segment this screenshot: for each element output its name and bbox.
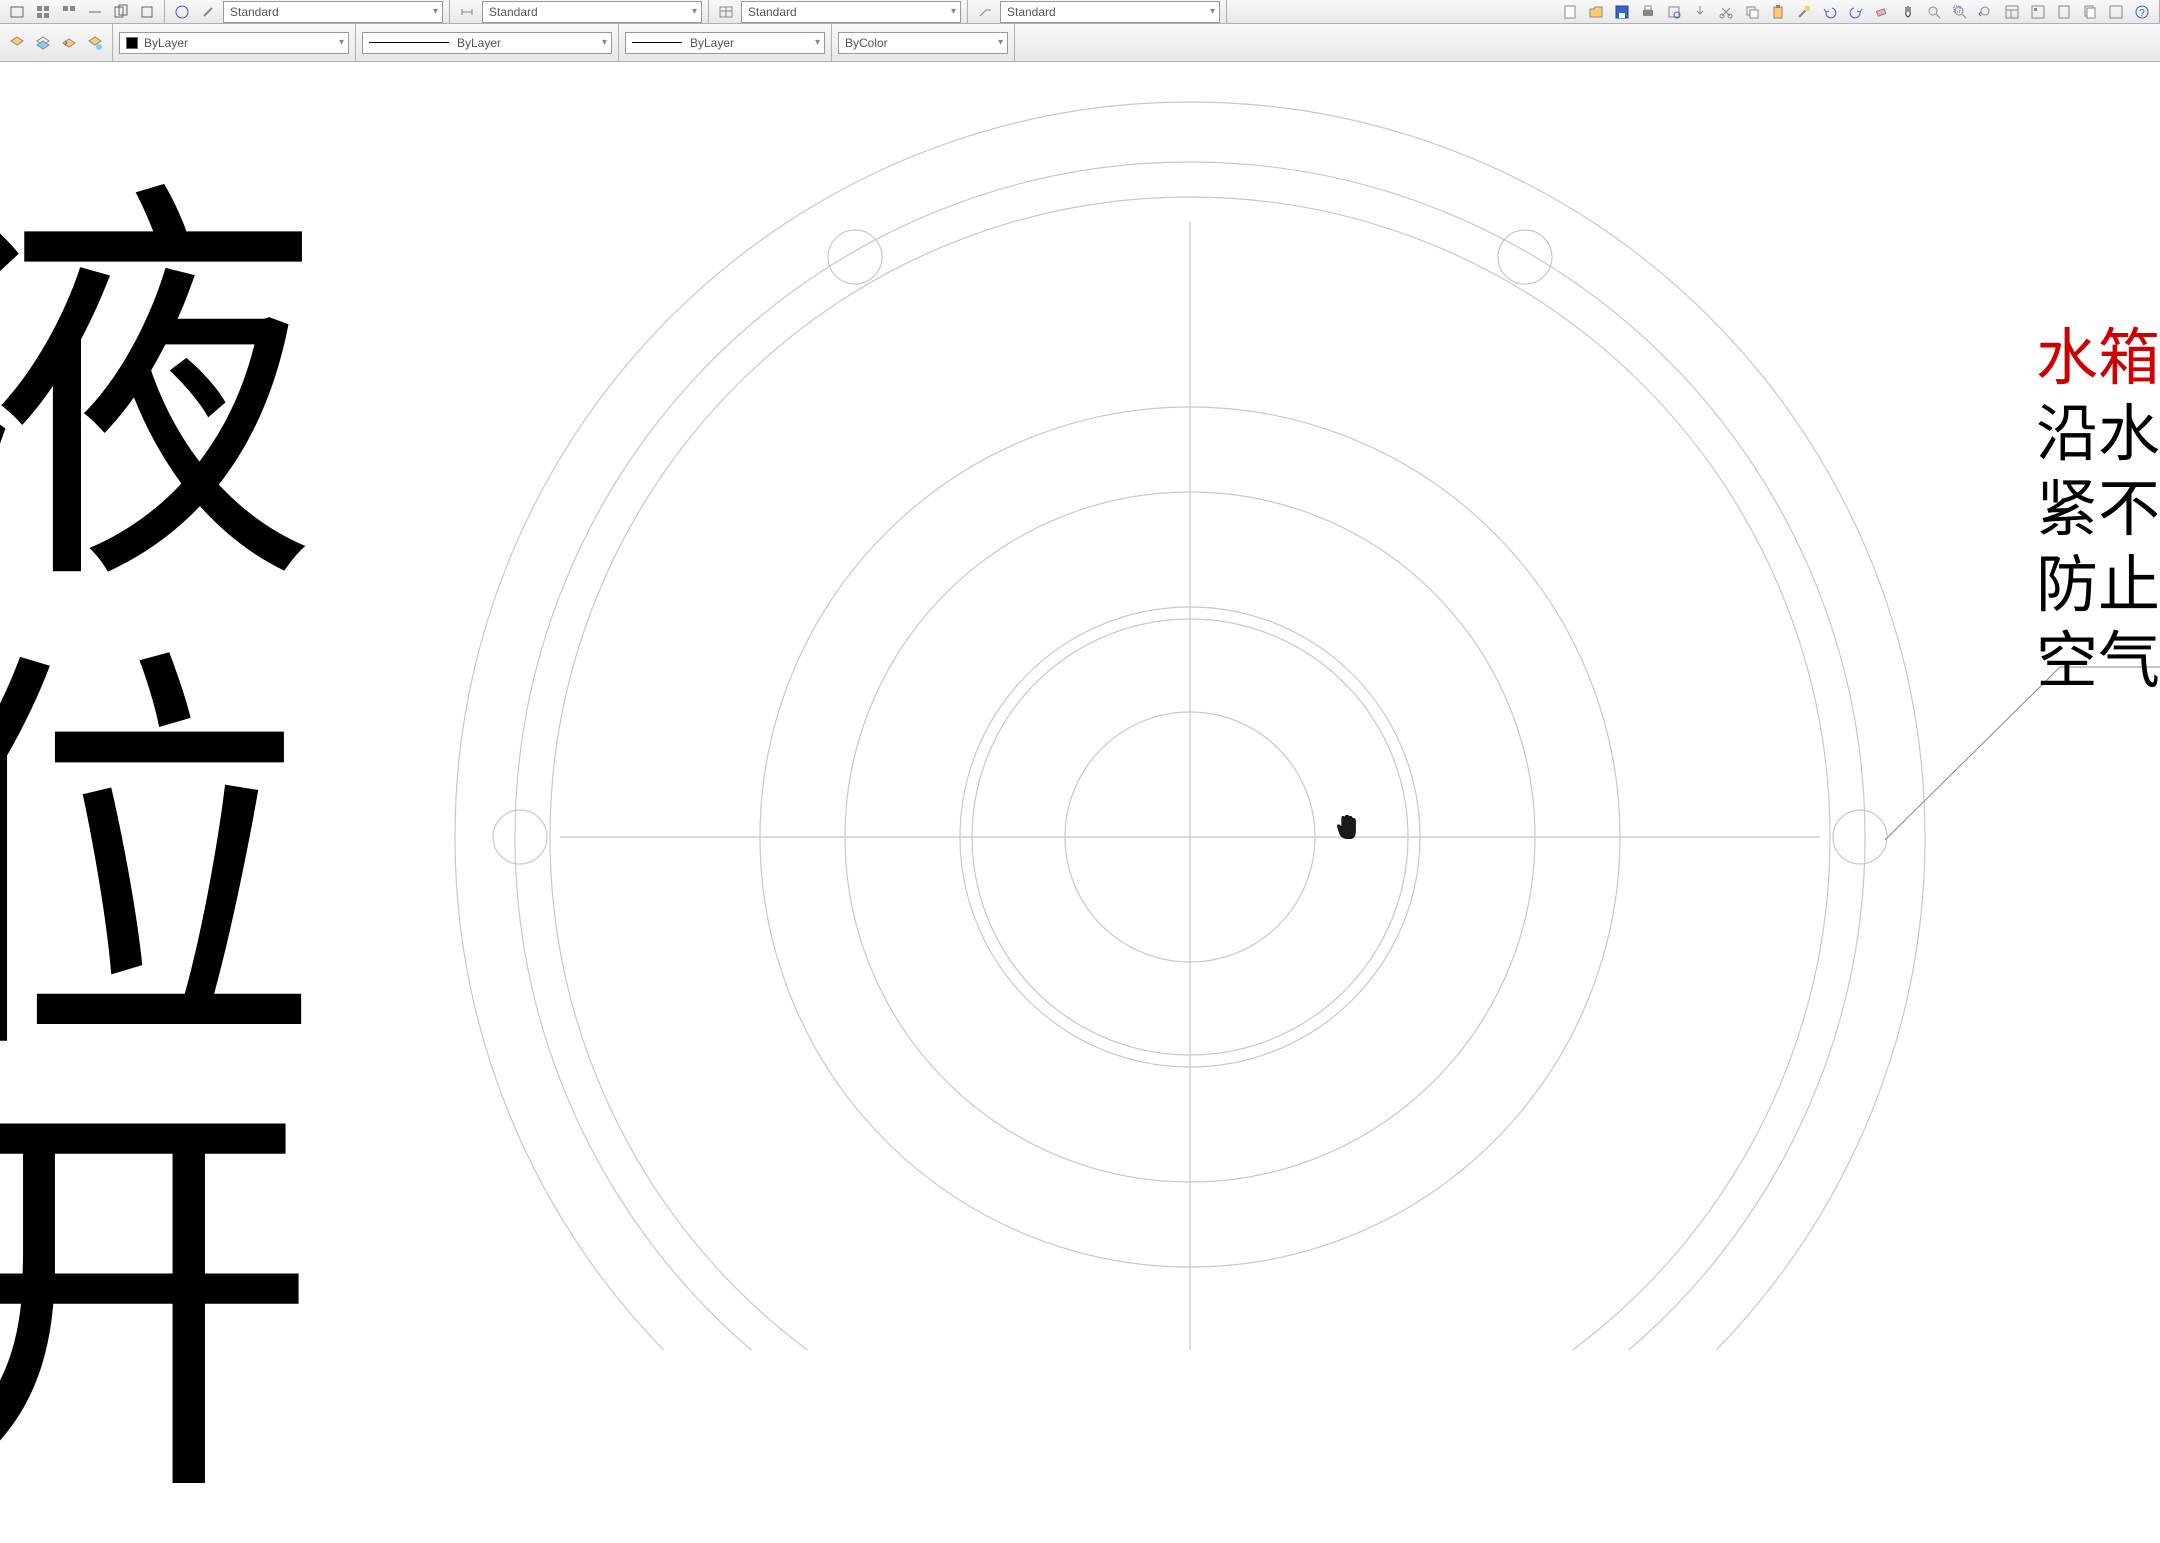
dropdown-label: Standard	[748, 5, 797, 19]
title-text: 液 位 开	[0, 162, 310, 1543]
open-icon[interactable]	[1583, 1, 1609, 23]
print-icon[interactable]	[1635, 1, 1661, 23]
publish-icon[interactable]	[1687, 1, 1713, 23]
annotation-line-5: 空气	[2036, 625, 2160, 701]
title-char-3: 开	[0, 1073, 310, 1543]
layer-states-icon[interactable]	[30, 32, 56, 54]
cut-icon[interactable]	[1713, 1, 1739, 23]
title-char-1: 液	[0, 162, 310, 632]
save-icon[interactable]	[1609, 1, 1635, 23]
mleader-style-icon[interactable]	[972, 1, 998, 23]
annotation-line-3: 紧不	[2036, 473, 2160, 549]
layer-prev-icon[interactable]	[56, 32, 82, 54]
toolbar-button[interactable]	[134, 1, 160, 23]
layer-color-dropdown[interactable]: ByLayer	[119, 32, 349, 54]
tool-palettes-icon[interactable]	[2051, 1, 2077, 23]
help-icon[interactable]: ?	[2129, 1, 2155, 23]
svg-text:?: ?	[2139, 8, 2145, 19]
zoom-icon[interactable]	[1921, 1, 1947, 23]
toolbar-button[interactable]	[30, 1, 56, 23]
dropdown-label: Standard	[1007, 5, 1056, 19]
undo-icon[interactable]	[1817, 1, 1843, 23]
dropdown-label: ByColor	[845, 36, 888, 50]
sheet-set-icon[interactable]	[2077, 1, 2103, 23]
cad-geometry	[0, 62, 2160, 1350]
copy-icon[interactable]	[1739, 1, 1765, 23]
line-sample-icon	[369, 42, 449, 43]
mleader-style-dropdown[interactable]: Standard	[1000, 1, 1220, 23]
dropdown-label: Standard	[230, 5, 279, 19]
linetype-dropdown[interactable]: ByLayer	[362, 32, 612, 54]
annotation-text: 水箱 沿水 紧不 防止 空气	[2036, 322, 2160, 700]
match-prop-icon[interactable]	[1791, 1, 1817, 23]
drawing-canvas[interactable]: 液 位 开 水箱 沿水 紧不 防止 空气	[0, 62, 2160, 1350]
toolbar-button[interactable]	[82, 1, 108, 23]
layer-button[interactable]	[4, 32, 30, 54]
pan-icon[interactable]	[1895, 1, 1921, 23]
dimension-style-icon[interactable]	[454, 1, 480, 23]
toolbar-button[interactable]	[56, 1, 82, 23]
erase-icon[interactable]	[1869, 1, 1895, 23]
paste-icon[interactable]	[1765, 1, 1791, 23]
dim-style-dropdown[interactable]: Standard	[482, 1, 702, 23]
lineweight-dropdown[interactable]: ByLayer	[625, 32, 825, 54]
line-sample-icon	[632, 42, 682, 43]
toolbar-button[interactable]	[169, 1, 195, 23]
layer-manage-icon[interactable]	[82, 32, 108, 54]
toolbar-button[interactable]	[108, 1, 134, 23]
table-style-icon[interactable]	[713, 1, 739, 23]
toolbar-row-1: Standard Standard Standard Standard	[0, 0, 2160, 24]
markup-icon[interactable]	[2103, 1, 2129, 23]
toolbar-button[interactable]	[4, 1, 30, 23]
plot-style-dropdown[interactable]: ByColor	[838, 32, 1008, 54]
text-style-dropdown[interactable]: Standard	[223, 1, 443, 23]
zoom-previous-icon[interactable]	[1973, 1, 1999, 23]
annotation-line-1: 水箱	[2036, 322, 2160, 398]
dropdown-label: ByLayer	[144, 36, 188, 50]
table-style-dropdown[interactable]: Standard	[741, 1, 961, 23]
annotation-line-4: 防止	[2036, 549, 2160, 625]
properties-icon[interactable]	[1999, 1, 2025, 23]
toolbar-row-2: ByLayer ByLayer ByLayer ByColor	[0, 24, 2160, 62]
dropdown-label: ByLayer	[690, 36, 734, 50]
color-swatch-icon	[126, 37, 138, 49]
format-brush-icon[interactable]	[195, 1, 221, 23]
print-preview-icon[interactable]	[1661, 1, 1687, 23]
zoom-window-icon[interactable]	[1947, 1, 1973, 23]
annotation-line-2: 沿水	[2036, 398, 2160, 474]
new-icon[interactable]	[1557, 1, 1583, 23]
dropdown-label: ByLayer	[457, 36, 501, 50]
dropdown-label: Standard	[489, 5, 538, 19]
title-char-2: 位	[0, 632, 310, 1102]
design-center-icon[interactable]	[2025, 1, 2051, 23]
redo-icon[interactable]	[1843, 1, 1869, 23]
